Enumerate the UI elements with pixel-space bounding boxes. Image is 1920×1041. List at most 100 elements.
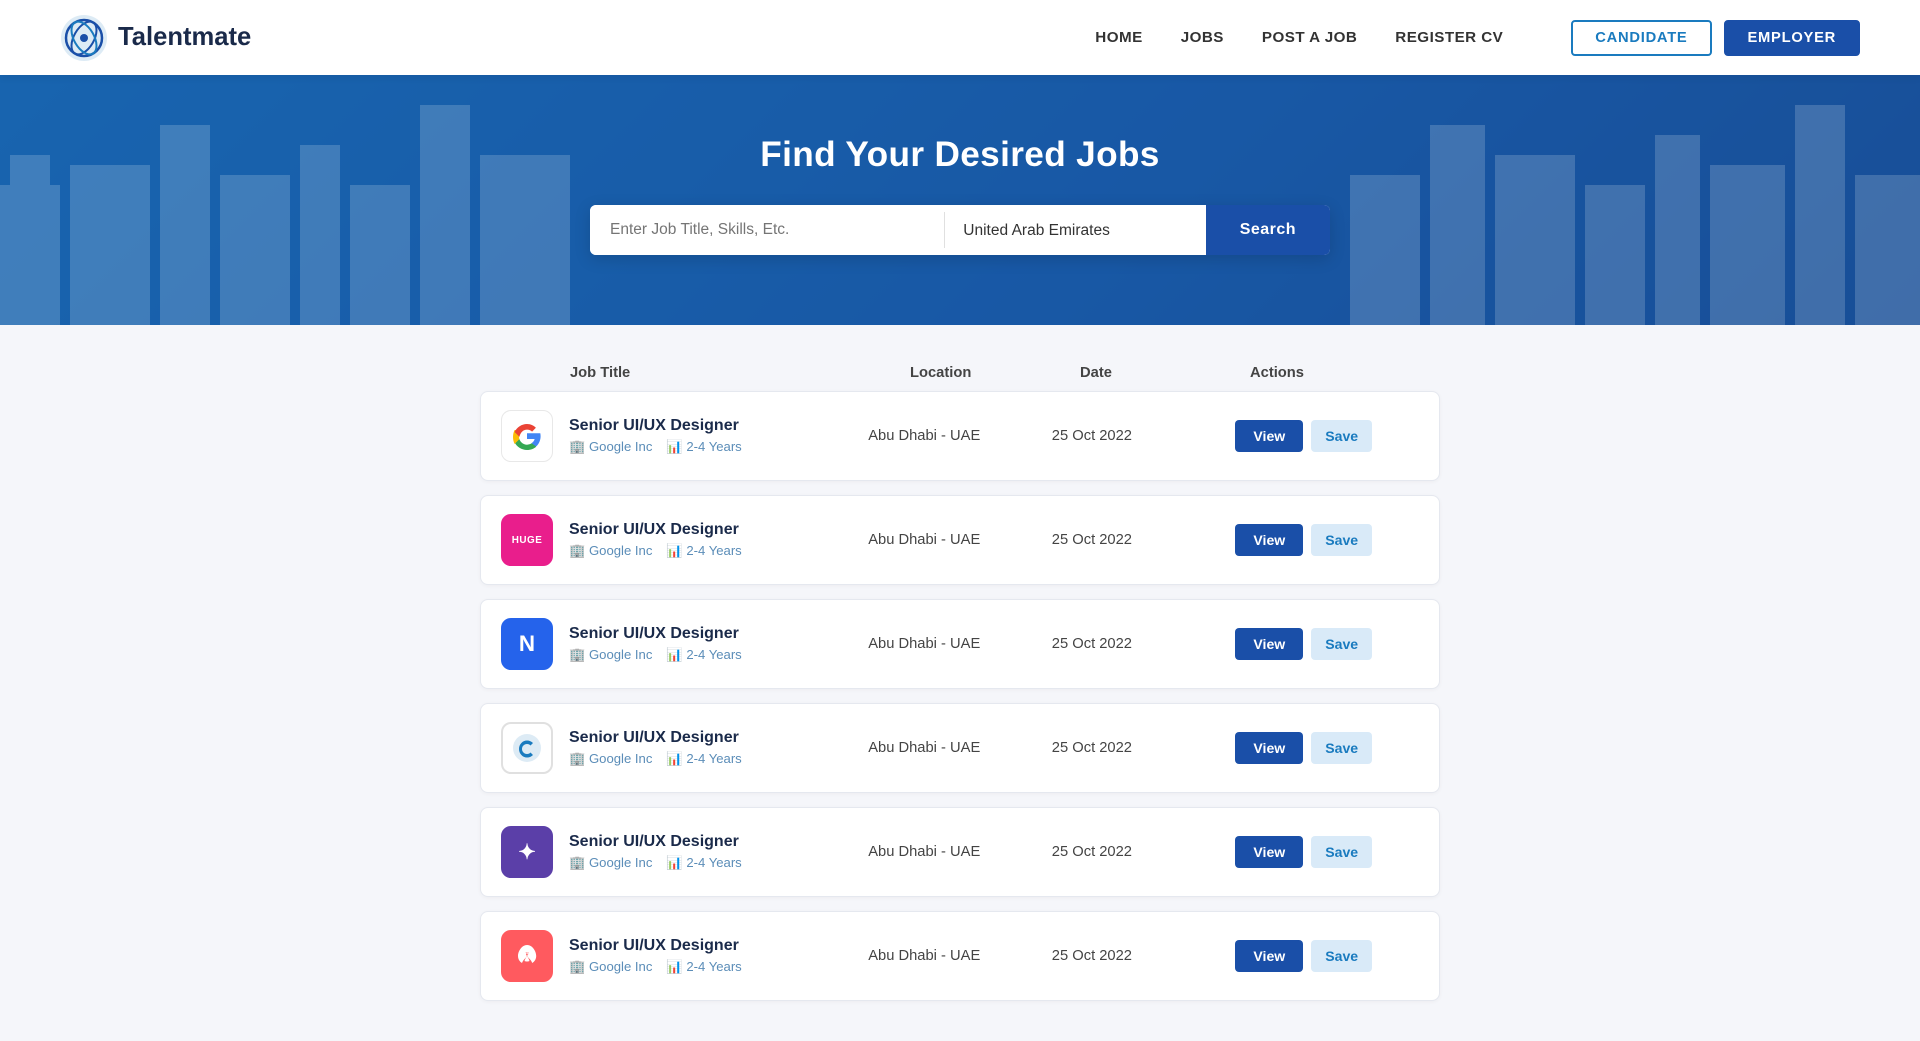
company-name: 🏢 Google Inc [569, 959, 652, 975]
company-name: 🏢 Google Inc [569, 543, 652, 559]
job-details: Senior UI/UX Designer 🏢 Google Inc 📊 2-4… [569, 625, 742, 663]
company-name: 🏢 Google Inc [569, 855, 652, 871]
nav-jobs[interactable]: JOBS [1181, 29, 1224, 46]
experience: 📊 2-4 Years [666, 751, 741, 767]
job-table-header: Job Title Location Date Actions [480, 365, 1440, 391]
save-button[interactable]: Save [1311, 836, 1372, 868]
location-select[interactable]: United Arab Emirates Saudi Arabia Qatar … [945, 206, 1205, 255]
col-job-title: Job Title [570, 365, 910, 381]
nav-auth-buttons: CANDIDATE EMPLOYER [1571, 20, 1860, 56]
table-row: HUGE Senior UI/UX Designer 🏢 Google Inc … [480, 495, 1440, 585]
save-button[interactable]: Save [1311, 524, 1372, 556]
job-actions: View Save [1235, 836, 1419, 868]
experience: 📊 2-4 Years [666, 543, 741, 559]
experience: 📊 2-4 Years [666, 959, 741, 975]
job-info: N Senior UI/UX Designer 🏢 Google Inc 📊 2… [501, 618, 868, 670]
job-date: 25 Oct 2022 [1052, 948, 1236, 964]
job-location: Abu Dhabi - UAE [868, 844, 1052, 860]
job-info: Senior UI/UX Designer 🏢 Google Inc 📊 2-4… [501, 930, 868, 982]
nav-home[interactable]: HOME [1095, 29, 1142, 46]
job-actions: View Save [1235, 628, 1419, 660]
job-meta: 🏢 Google Inc 📊 2-4 Years [569, 751, 742, 767]
hero-section: Find Your Desired Jobs United Arab Emira… [0, 75, 1920, 325]
nav-register-cv[interactable]: REGISTER CV [1395, 29, 1503, 46]
hero-content: Find Your Desired Jobs United Arab Emira… [20, 135, 1900, 255]
job-location: Abu Dhabi - UAE [868, 532, 1052, 548]
company-name: 🏢 Google Inc [569, 439, 652, 455]
table-row: N Senior UI/UX Designer 🏢 Google Inc 📊 2… [480, 599, 1440, 689]
table-row: ✦ Senior UI/UX Designer 🏢 Google Inc 📊 2… [480, 807, 1440, 897]
logo-link[interactable]: Talentmate [60, 14, 251, 62]
search-bar: United Arab Emirates Saudi Arabia Qatar … [590, 205, 1330, 255]
company-logo: N [501, 618, 553, 670]
job-info: HUGE Senior UI/UX Designer 🏢 Google Inc … [501, 514, 868, 566]
job-actions: View Save [1235, 732, 1419, 764]
view-button[interactable]: View [1235, 420, 1303, 452]
job-details: Senior UI/UX Designer 🏢 Google Inc 📊 2-4… [569, 937, 742, 975]
job-title: Senior UI/UX Designer [569, 625, 742, 643]
job-details: Senior UI/UX Designer 🏢 Google Inc 📊 2-4… [569, 417, 742, 455]
table-row: Senior UI/UX Designer 🏢 Google Inc 📊 2-4… [480, 391, 1440, 481]
job-title: Senior UI/UX Designer [569, 417, 742, 435]
view-button[interactable]: View [1235, 732, 1303, 764]
experience: 📊 2-4 Years [666, 855, 741, 871]
nav-post-job[interactable]: POST A JOB [1262, 29, 1357, 46]
table-row: Senior UI/UX Designer 🏢 Google Inc 📊 2-4… [480, 703, 1440, 793]
save-button[interactable]: Save [1311, 420, 1372, 452]
job-details: Senior UI/UX Designer 🏢 Google Inc 📊 2-4… [569, 729, 742, 767]
save-button[interactable]: Save [1311, 628, 1372, 660]
job-details: Senior UI/UX Designer 🏢 Google Inc 📊 2-4… [569, 833, 742, 871]
hero-title: Find Your Desired Jobs [20, 135, 1900, 175]
save-button[interactable]: Save [1311, 732, 1372, 764]
view-button[interactable]: View [1235, 628, 1303, 660]
employer-button[interactable]: EMPLOYER [1724, 20, 1861, 56]
job-date: 25 Oct 2022 [1052, 844, 1236, 860]
col-actions: Actions [1250, 365, 1420, 381]
n-logo-icon: N [519, 631, 535, 657]
job-info: Senior UI/UX Designer 🏢 Google Inc 📊 2-4… [501, 722, 868, 774]
company-logo: HUGE [501, 514, 553, 566]
job-title: Senior UI/UX Designer [569, 833, 742, 851]
job-title: Senior UI/UX Designer [569, 937, 742, 955]
brand-name: Talentmate [118, 23, 251, 52]
job-title: Senior UI/UX Designer [569, 521, 742, 539]
job-title: Senior UI/UX Designer [569, 729, 742, 747]
job-meta: 🏢 Google Inc 📊 2-4 Years [569, 855, 742, 871]
view-button[interactable]: View [1235, 836, 1303, 868]
airbnb-logo-icon [513, 942, 541, 970]
col-date: Date [1080, 365, 1250, 381]
job-location: Abu Dhabi - UAE [868, 428, 1052, 444]
candidate-button[interactable]: CANDIDATE [1571, 20, 1711, 56]
company-logo: ✦ [501, 826, 553, 878]
col-location: Location [910, 365, 1080, 381]
job-info: Senior UI/UX Designer 🏢 Google Inc 📊 2-4… [501, 410, 868, 462]
company-logo [501, 930, 553, 982]
company-name: 🏢 Google Inc [569, 647, 652, 663]
company-logo [501, 410, 553, 462]
job-date: 25 Oct 2022 [1052, 740, 1236, 756]
job-actions: View Save [1235, 524, 1419, 556]
job-location: Abu Dhabi - UAE [868, 948, 1052, 964]
huge-logo-icon: HUGE [512, 535, 543, 546]
google-logo-icon [511, 420, 543, 452]
view-button[interactable]: View [1235, 940, 1303, 972]
job-list-section: Job Title Location Date Actions Senior U… [460, 365, 1460, 1001]
purple-logo-icon: ✦ [518, 840, 535, 865]
job-details: Senior UI/UX Designer 🏢 Google Inc 📊 2-4… [569, 521, 742, 559]
experience: 📊 2-4 Years [666, 647, 741, 663]
search-button[interactable]: Search [1206, 205, 1330, 255]
job-meta: 🏢 Google Inc 📊 2-4 Years [569, 543, 742, 559]
job-actions: View Save [1235, 420, 1419, 452]
table-row: Senior UI/UX Designer 🏢 Google Inc 📊 2-4… [480, 911, 1440, 1001]
save-button[interactable]: Save [1311, 940, 1372, 972]
nav-links: HOME JOBS POST A JOB REGISTER CV CANDIDA… [1095, 20, 1860, 56]
company-logo [501, 722, 553, 774]
job-date: 25 Oct 2022 [1052, 532, 1236, 548]
experience: 📊 2-4 Years [666, 439, 741, 455]
search-input[interactable] [590, 205, 944, 255]
job-date: 25 Oct 2022 [1052, 428, 1236, 444]
view-button[interactable]: View [1235, 524, 1303, 556]
job-location: Abu Dhabi - UAE [868, 636, 1052, 652]
coda-logo-icon [511, 732, 543, 764]
job-meta: 🏢 Google Inc 📊 2-4 Years [569, 647, 742, 663]
